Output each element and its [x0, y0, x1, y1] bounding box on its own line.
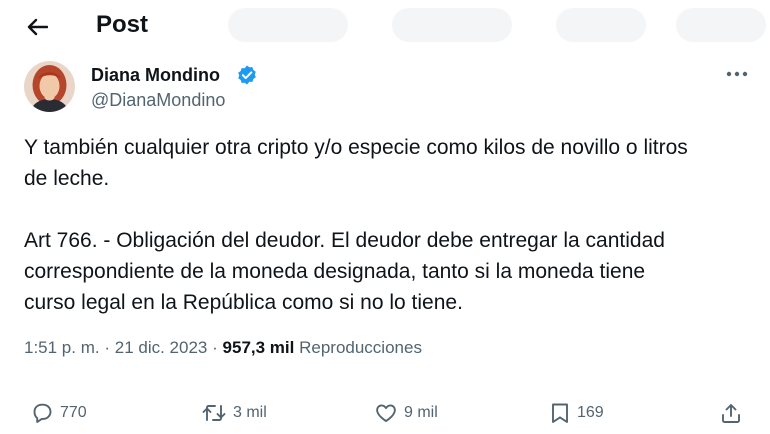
tweet-time[interactable]: 1:51 p. m.: [24, 338, 100, 357]
reply-count: 770: [60, 404, 87, 421]
heart-icon: [376, 404, 396, 422]
separator: ·: [212, 338, 218, 357]
bookmark-button[interactable]: 169: [549, 398, 604, 428]
avatar[interactable]: [24, 61, 75, 112]
like-button[interactable]: 9 mil: [374, 398, 438, 428]
repost-icon: [202, 405, 226, 421]
tweet-text: Y también cualquier otra cripto y/o espe…: [24, 132, 764, 318]
profile-photo: [24, 61, 75, 112]
more-horizontal-icon: [726, 71, 748, 77]
page-title: Post: [96, 11, 149, 38]
bookmark-icon: [552, 403, 568, 423]
blurred-header-area: [676, 8, 766, 42]
top-bar: Post: [0, 0, 770, 52]
author-handle[interactable]: @DianaMondino: [91, 90, 225, 111]
blurred-header-area: [556, 8, 646, 42]
tweet-line: Art 766. - Obligación del deudor. El deu…: [24, 229, 665, 252]
tweet-line: de leche.: [24, 167, 110, 190]
arrow-left-icon: [27, 18, 48, 36]
tweet-line: curso legal en la República como si no l…: [24, 291, 463, 314]
like-count: 9 mil: [404, 404, 438, 421]
separator: ·: [104, 338, 111, 357]
share-icon: [722, 404, 740, 423]
views-label: Reproducciones: [299, 338, 422, 357]
author-name[interactable]: Diana Mondino: [91, 65, 220, 86]
tweet-metadata: 1:51 p. m. · 21 dic. 2023 · 957,3 mil Re…: [24, 338, 422, 358]
action-bar: 770 3 mil 9 mil 169: [0, 398, 770, 428]
verified-badge-icon: [236, 64, 258, 86]
reply-button[interactable]: 770: [30, 398, 87, 428]
bookmark-count: 169: [577, 404, 604, 421]
tweet-line: Y también cualquier otra cripto y/o espe…: [24, 136, 688, 159]
share-button[interactable]: [719, 398, 743, 428]
reply-icon: [33, 403, 52, 423]
blurred-header-area: [228, 8, 348, 42]
tweet-line: correspondiente de la moneda designada, …: [24, 260, 646, 283]
repost-count: 3 mil: [233, 404, 267, 421]
repost-button[interactable]: 3 mil: [201, 398, 267, 428]
views-count: 957,3 mil: [222, 338, 295, 357]
more-options-button[interactable]: [720, 62, 754, 86]
back-button[interactable]: [22, 12, 52, 42]
blurred-header-area: [392, 8, 512, 42]
tweet-date[interactable]: 21 dic. 2023: [115, 338, 208, 357]
